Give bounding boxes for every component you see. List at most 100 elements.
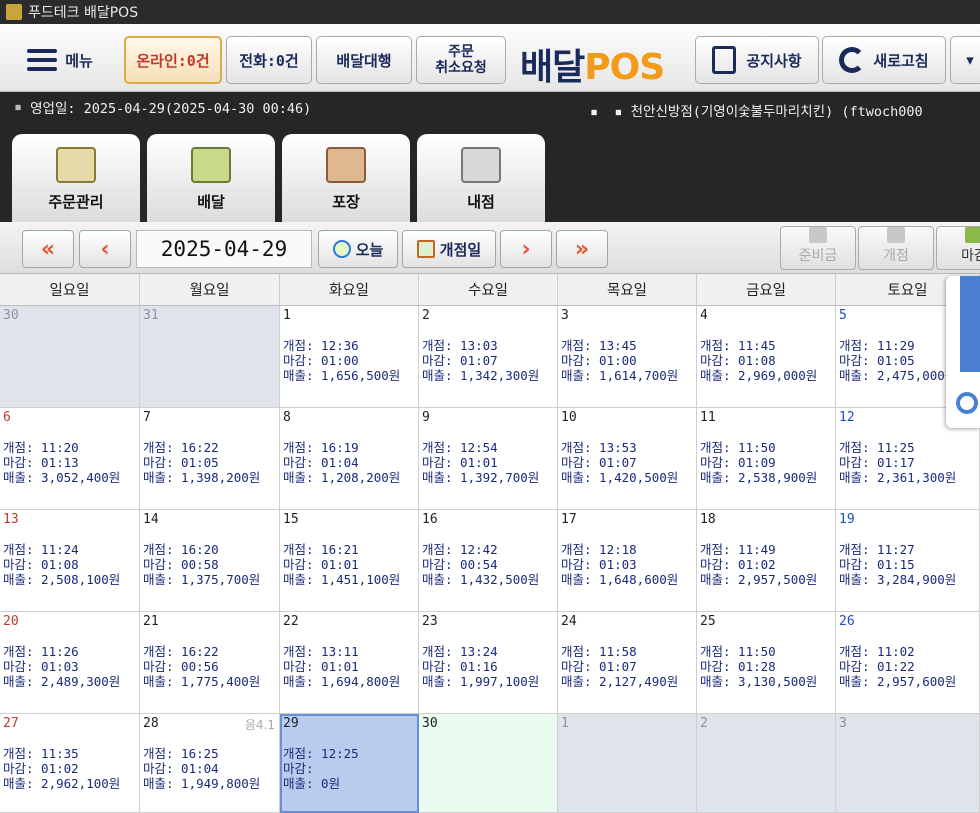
calendar-day[interactable]: 31: [140, 306, 280, 408]
hamburger-icon: [27, 49, 58, 71]
tab-delivery[interactable]: 배달: [147, 134, 275, 222]
day-summary: 개점: 11:35 마감: 01:02 매출: 2,962,100원: [3, 746, 121, 791]
calendar-day[interactable]: 4 개점: 11:45 마감: 01:08 매출: 2,969,000원: [697, 306, 836, 408]
calendar-day[interactable]: 25 개점: 11:50 마감: 01:28 매출: 3,130,500원: [697, 612, 836, 714]
tab-label: 내점: [467, 193, 495, 211]
weekday-wednesday: 수요일: [419, 274, 558, 305]
window-titlebar: 푸드테크 배달POS: [0, 0, 980, 24]
calendar-day[interactable]: 1 개점: 12:36 마감: 01:00 매출: 1,656,500원: [280, 306, 419, 408]
day-number: 10: [561, 410, 577, 425]
notebook-icon: [712, 46, 737, 74]
more-button[interactable]: ▾: [950, 36, 980, 84]
day-number: 4: [700, 308, 708, 323]
calendar-grid: 30 31 1 개점: 12:36 마감: 01:00 매출: 1,656,500원 2…: [0, 306, 980, 813]
calendar-day[interactable]: 22 개점: 13:11 마감: 01:01 매출: 1,694,800원: [280, 612, 419, 714]
cancel-request-label-2: 취소요청: [435, 60, 487, 76]
calendar-day[interactable]: 2 개점: 13:03 마감: 01:07 매출: 1,342,300원: [419, 306, 558, 408]
day-summary: 개점: 12:54 마감: 01:01 매출: 1,392,700원: [422, 440, 540, 485]
notice-button[interactable]: 공지사항: [695, 36, 819, 84]
tab-dine-in[interactable]: 내점: [417, 134, 545, 222]
move-handle-icon[interactable]: [956, 392, 978, 414]
day-summary: 개점: 13:11 마감: 01:01 매출: 1,694,800원: [283, 644, 401, 689]
day-summary: 개점: 11:27 마감: 01:15 매출: 3,284,900원: [839, 542, 957, 587]
calendar-day[interactable]: 8 개점: 16:19 마감: 01:04 매출: 1,208,200원: [280, 408, 419, 510]
clipboard-icon: [56, 147, 96, 183]
calendar-day[interactable]: 10 개점: 13:53 마감: 01:07 매출: 1,420,500원: [558, 408, 697, 510]
day-summary: 개점: 11:45 마감: 01:08 매출: 2,969,000원: [700, 338, 818, 383]
money-icon: [809, 227, 827, 243]
day-summary: 개점: 11:20 마감: 01:13 매출: 3,052,400원: [3, 440, 121, 485]
day-number: 29: [283, 716, 299, 731]
weekday-tuesday: 화요일: [280, 274, 419, 305]
next-month-button[interactable]: »: [556, 230, 608, 268]
calendar-day[interactable]: 24 개점: 11:58 마감: 01:07 매출: 2,127,490원: [558, 612, 697, 714]
calendar-day[interactable]: 28 음4.1 개점: 16:25 마감: 01:04 매출: 1,949,800원: [140, 714, 280, 813]
window-title: 푸드테크 배달POS: [28, 5, 139, 21]
calendar-day[interactable]: 18 개점: 11:49 마감: 01:02 매출: 2,957,500원: [697, 510, 836, 612]
calendar-day-today[interactable]: 29 개점: 12:25 마감: 매출: 0원: [280, 714, 419, 813]
tab-order-management[interactable]: 주문관리: [12, 134, 140, 222]
calendar-day[interactable]: 30: [0, 306, 140, 408]
notice-label: 공지사항: [746, 51, 802, 70]
calendar-day[interactable]: 16 개점: 12:42 마감: 00:54 매출: 1,432,500원: [419, 510, 558, 612]
tabs-bar: 주문관리 배달 포장 내점: [0, 122, 980, 222]
calendar-day[interactable]: 3: [836, 714, 980, 813]
calendar-day[interactable]: 30: [419, 714, 558, 813]
calendar-day[interactable]: 3 개점: 13:45 마감: 01:00 매출: 1,614,700원: [558, 306, 697, 408]
calendar-day[interactable]: 21 개점: 16:22 마감: 00:56 매출: 1,775,400원: [140, 612, 280, 714]
lunar-date: 음4.1: [244, 718, 275, 732]
day-number: 3: [839, 716, 847, 731]
calendar-day[interactable]: 19 개점: 11:27 마감: 01:15 매출: 3,284,900원: [836, 510, 980, 612]
side-panel[interactable]: [946, 276, 980, 428]
calendar-day[interactable]: 7 개점: 16:22 마감: 01:05 매출: 1,398,200원: [140, 408, 280, 510]
day-number: 30: [3, 308, 19, 323]
calendar-day[interactable]: 15 개점: 16:21 마감: 01:01 매출: 1,451,100원: [280, 510, 419, 612]
day-number: 30: [422, 716, 438, 731]
current-date[interactable]: 2025-04-29: [136, 230, 312, 268]
calendar-day[interactable]: 23 개점: 13:24 마감: 01:16 매출: 1,997,100원: [419, 612, 558, 714]
day-number: 8: [283, 410, 291, 425]
calendar-day[interactable]: 26 개점: 11:02 마감: 01:22 매출: 2,957,600원: [836, 612, 980, 714]
tab-takeout[interactable]: 포장: [282, 134, 410, 222]
day-summary: 개점: 11:50 마감: 01:09 매출: 2,538,900원: [700, 440, 818, 485]
day-number: 21: [143, 614, 159, 629]
weekday-thursday: 목요일: [558, 274, 697, 305]
today-button[interactable]: 오늘: [318, 230, 398, 268]
calendar-day[interactable]: 13 개점: 11:24 마감: 01:08 매출: 2,508,100원: [0, 510, 140, 612]
calendar-day[interactable]: 14 개점: 16:20 마감: 00:58 매출: 1,375,700원: [140, 510, 280, 612]
calendar-day[interactable]: 6 개점: 11:20 마감: 01:13 매출: 3,052,400원: [0, 408, 140, 510]
day-number: 9: [422, 410, 430, 425]
menu-button[interactable]: 메뉴: [0, 36, 120, 84]
online-orders-button[interactable]: 온라인:0건: [124, 36, 222, 84]
calendar-day[interactable]: 27 개점: 11:35 마감: 01:02 매출: 2,962,100원: [0, 714, 140, 813]
calendar-day[interactable]: 20 개점: 11:26 마감: 01:03 매출: 2,489,300원: [0, 612, 140, 714]
top-toolbar: 메뉴 온라인:0건 전화:0건 배달대행 주문 취소요청 배달POS 공지사항 …: [0, 24, 980, 92]
cancel-request-button[interactable]: 주문 취소요청: [416, 36, 506, 84]
prev-day-button[interactable]: ‹: [79, 230, 131, 268]
tab-label: 포장: [332, 193, 360, 211]
today-label: 오늘: [355, 240, 384, 259]
close-store-button[interactable]: 마감: [936, 226, 980, 270]
calendar-day[interactable]: 9 개점: 12:54 마감: 01:01 매출: 1,392,700원: [419, 408, 558, 510]
reserve-fund-button[interactable]: 준비금: [780, 226, 856, 270]
day-number: 28: [143, 716, 159, 731]
calendar-day[interactable]: 2: [697, 714, 836, 813]
refresh-button[interactable]: 새로고침: [822, 36, 946, 84]
side-panel-tab: [960, 276, 980, 372]
open-store-button[interactable]: 개점: [858, 226, 934, 270]
next-day-button[interactable]: ›: [500, 230, 552, 268]
calendar-day[interactable]: 1: [558, 714, 697, 813]
calendar-day[interactable]: 11 개점: 11:50 마감: 01:09 매출: 2,538,900원: [697, 408, 836, 510]
tab-label: 주문관리: [48, 193, 104, 211]
open-day-button[interactable]: 개점일: [402, 230, 496, 268]
store-icon: [887, 227, 905, 243]
delivery-agent-button[interactable]: 배달대행: [316, 36, 412, 84]
phone-orders-button[interactable]: 전화:0건: [226, 36, 312, 84]
weekday-sunday: 일요일: [0, 274, 140, 305]
day-number: 6: [3, 410, 11, 425]
right-arrow-icon: ›: [521, 236, 531, 262]
calendar-day[interactable]: 17 개점: 12:18 마감: 01:03 매출: 1,648,600원: [558, 510, 697, 612]
day-number: 7: [143, 410, 151, 425]
prev-month-button[interactable]: «: [22, 230, 74, 268]
day-number: 18: [700, 512, 716, 527]
